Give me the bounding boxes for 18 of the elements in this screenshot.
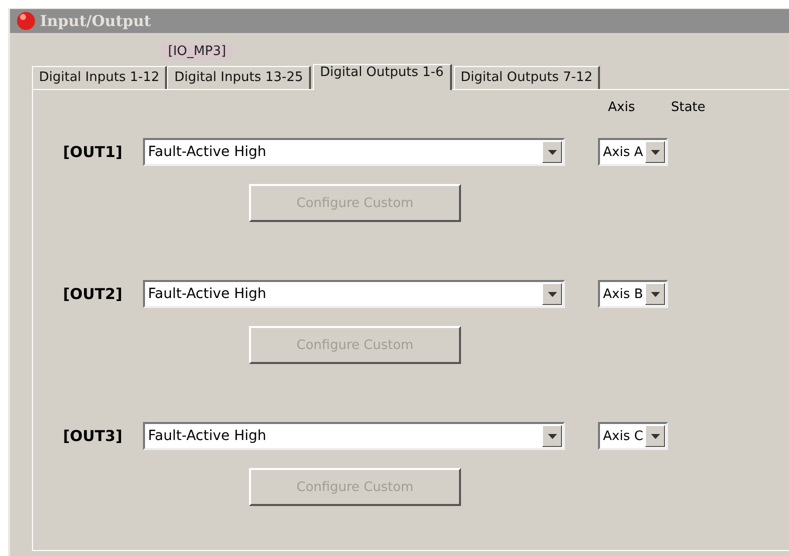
window-title: Input/Output: [40, 12, 151, 30]
tab[interactable]: Digital Outputs 1-6: [313, 64, 452, 90]
axis-dropdown[interactable]: Axis B: [598, 280, 668, 308]
tab[interactable]: Digital Outputs 7-12: [454, 66, 600, 89]
tab[interactable]: Digital Inputs 13-25: [167, 66, 312, 89]
tab[interactable]: Digital Inputs 1-12: [32, 66, 168, 89]
axis-dropdown[interactable]: Axis A: [598, 138, 668, 166]
column-header: State: [670, 100, 706, 117]
app-icon: [16, 11, 36, 31]
output-label: [OUT2]: [62, 285, 124, 303]
function-dropdown[interactable]: Fault-Active High: [143, 138, 565, 166]
tooltip: [IO_MP3]: [162, 43, 232, 60]
column-header: Axis: [608, 100, 635, 117]
output-label: [OUT1]: [62, 143, 124, 161]
axis-dropdown[interactable]: Axis C: [598, 422, 668, 450]
output-label: [OUT3]: [62, 427, 124, 445]
function-dropdown[interactable]: Fault-Active High: [143, 422, 565, 450]
function-dropdown[interactable]: Fault-Active High: [143, 280, 565, 308]
